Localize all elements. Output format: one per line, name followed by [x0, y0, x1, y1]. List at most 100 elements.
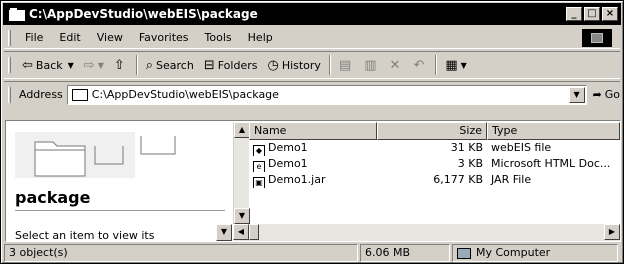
menu-bar: File Edit View Favorites Tools Help [4, 27, 620, 49]
file-row[interactable]: e Demo1 3 KB Microsoft HTML Doc... [249, 156, 620, 172]
status-object-count: 3 object(s) [4, 244, 358, 262]
search-icon: ⌕ [145, 57, 154, 73]
html-document-icon: e [253, 161, 265, 172]
list-header: Name Size Type [249, 122, 620, 140]
status-zone: My Computer [452, 244, 618, 262]
address-bar: Address C:\AppDevStudio\webEIS\package ▼… [4, 81, 620, 107]
minimize-button[interactable]: _ [566, 7, 582, 21]
pane-scroll-down-button[interactable]: ▼ [216, 224, 232, 241]
back-label: Back [35, 58, 63, 72]
file-name: Demo1 [268, 157, 308, 170]
column-header-name[interactable]: Name [249, 122, 377, 140]
file-list: Name Size Type ◆ Demo1 31 KB webEIS file … [249, 122, 620, 224]
menu-help[interactable]: Help [240, 31, 281, 44]
folder-name-heading: package [15, 188, 91, 207]
computer-icon [457, 247, 471, 259]
undo-button[interactable]: ↶ [408, 54, 432, 76]
undo-icon: ↶ [413, 57, 425, 73]
file-size: 3 KB [457, 157, 483, 170]
address-input[interactable]: C:\AppDevStudio\webEIS\package ▼ [66, 84, 587, 105]
file-type: Microsoft HTML Doc... [491, 157, 611, 170]
menu-tools[interactable]: Tools [197, 31, 240, 44]
menu-file[interactable]: File [17, 31, 51, 44]
window-title: C:\AppDevStudio\webEIS\package [29, 7, 258, 21]
go-arrow-icon: ➦ [592, 88, 602, 101]
move-to-icon: ▤ [338, 57, 352, 73]
up-folder-icon: ⇧ [113, 57, 125, 73]
history-label: History [281, 58, 321, 72]
column-header-size[interactable]: Size [377, 122, 487, 140]
maximize-button[interactable]: □ [584, 7, 600, 21]
file-name: Demo1.jar [268, 173, 326, 186]
search-button[interactable]: ⌕ Search [141, 54, 199, 76]
close-button[interactable]: × [602, 7, 618, 21]
addressbar-grip[interactable] [8, 86, 11, 103]
webeis-file-icon: ◆ [253, 145, 265, 156]
delete-icon: ✕ [389, 57, 401, 73]
views-button[interactable]: ▦ ▼ [440, 54, 471, 76]
toolbar: ⇦ Back ▼ ⇨ ▼ ⇧ ⌕ Search ⊟ Folders ◷ Hist… [4, 51, 620, 79]
file-row[interactable]: ◆ Demo1 31 KB webEIS file [249, 140, 620, 156]
toolbar-grip[interactable] [8, 57, 11, 73]
menu-view[interactable]: View [89, 31, 131, 44]
file-name-cell: e Demo1 [249, 156, 377, 172]
scroll-left-button[interactable]: ◀ [233, 224, 249, 240]
explorer-window: C:\AppDevStudio\webEIS\package _ □ × Fil… [0, 0, 624, 264]
views-dropdown-icon[interactable]: ▼ [461, 61, 467, 70]
scroll-up-button[interactable]: ▲ [234, 122, 250, 138]
column-header-type[interactable]: Type [487, 122, 620, 140]
file-name-cell: ◆ Demo1 [249, 140, 377, 156]
jar-file-icon: ▣ [253, 177, 265, 188]
toolbar-separator [435, 55, 438, 75]
zone-label: My Computer [476, 246, 551, 259]
folders-label: Folders [217, 58, 258, 72]
folders-icon: ⊟ [203, 57, 215, 73]
forward-button[interactable]: ⇨ ▼ [79, 54, 109, 76]
scroll-down-button[interactable]: ▼ [234, 208, 250, 224]
menu-edit[interactable]: Edit [51, 31, 88, 44]
delete-button[interactable]: ✕ [385, 54, 409, 76]
file-type: JAR File [491, 173, 532, 186]
forward-dropdown-icon[interactable]: ▼ [98, 61, 104, 70]
title-bar[interactable]: C:\AppDevStudio\webEIS\package _ □ × [3, 3, 621, 25]
address-dropdown-button[interactable]: ▼ [568, 86, 585, 103]
windows-logo-icon [582, 29, 612, 47]
file-row[interactable]: ▣ Demo1.jar 6,177 KB JAR File [249, 172, 620, 188]
scroll-thumb[interactable] [249, 224, 259, 240]
copy-to-button[interactable]: ▥ [359, 54, 384, 76]
folder-icon [9, 7, 25, 21]
menu-favorites[interactable]: Favorites [131, 31, 197, 44]
back-dropdown-icon[interactable]: ▼ [68, 61, 74, 70]
file-size: 6,177 KB [433, 173, 483, 186]
folder-icon [71, 88, 88, 101]
select-item-hint: Select an item to view its [15, 229, 155, 240]
back-button[interactable]: ⇦ Back ▼ [17, 54, 79, 76]
file-type: webEIS file [491, 141, 552, 154]
menubar-grip[interactable] [8, 29, 11, 46]
back-arrow-icon: ⇦ [22, 57, 33, 73]
forward-arrow-icon: ⇨ [83, 57, 95, 73]
status-bar: 3 object(s) 6.06 MB My Computer [4, 244, 620, 262]
file-name-cell: ▣ Demo1.jar [249, 172, 377, 188]
divider [15, 210, 225, 211]
web-view-pane: package Select an item to view its [7, 122, 233, 240]
views-icon: ▦ [445, 57, 458, 73]
file-name: Demo1 [268, 141, 308, 154]
history-button[interactable]: ◷ History [262, 54, 325, 76]
toolbar-separator [328, 55, 331, 75]
scroll-right-button[interactable]: ▶ [604, 224, 620, 240]
vertical-scrollbar[interactable]: ▲ ▼ [233, 122, 250, 224]
horizontal-scrollbar[interactable]: ◀ ▶ [233, 224, 620, 241]
folders-button[interactable]: ⊟ Folders [199, 54, 263, 76]
copy-to-icon: ▥ [364, 57, 377, 73]
go-button[interactable]: ➦ Go [593, 88, 620, 101]
file-size: 31 KB [450, 141, 483, 154]
move-to-button[interactable]: ▤ [334, 54, 359, 76]
folder-illustration-icon [15, 132, 176, 178]
address-value: C:\AppDevStudio\webEIS\package [91, 88, 279, 101]
history-icon: ◷ [267, 57, 279, 73]
up-folder-button[interactable]: ⇧ [109, 54, 133, 76]
search-label: Search [156, 58, 194, 72]
status-size: 6.06 MB [360, 244, 450, 262]
address-label: Address [18, 88, 63, 101]
